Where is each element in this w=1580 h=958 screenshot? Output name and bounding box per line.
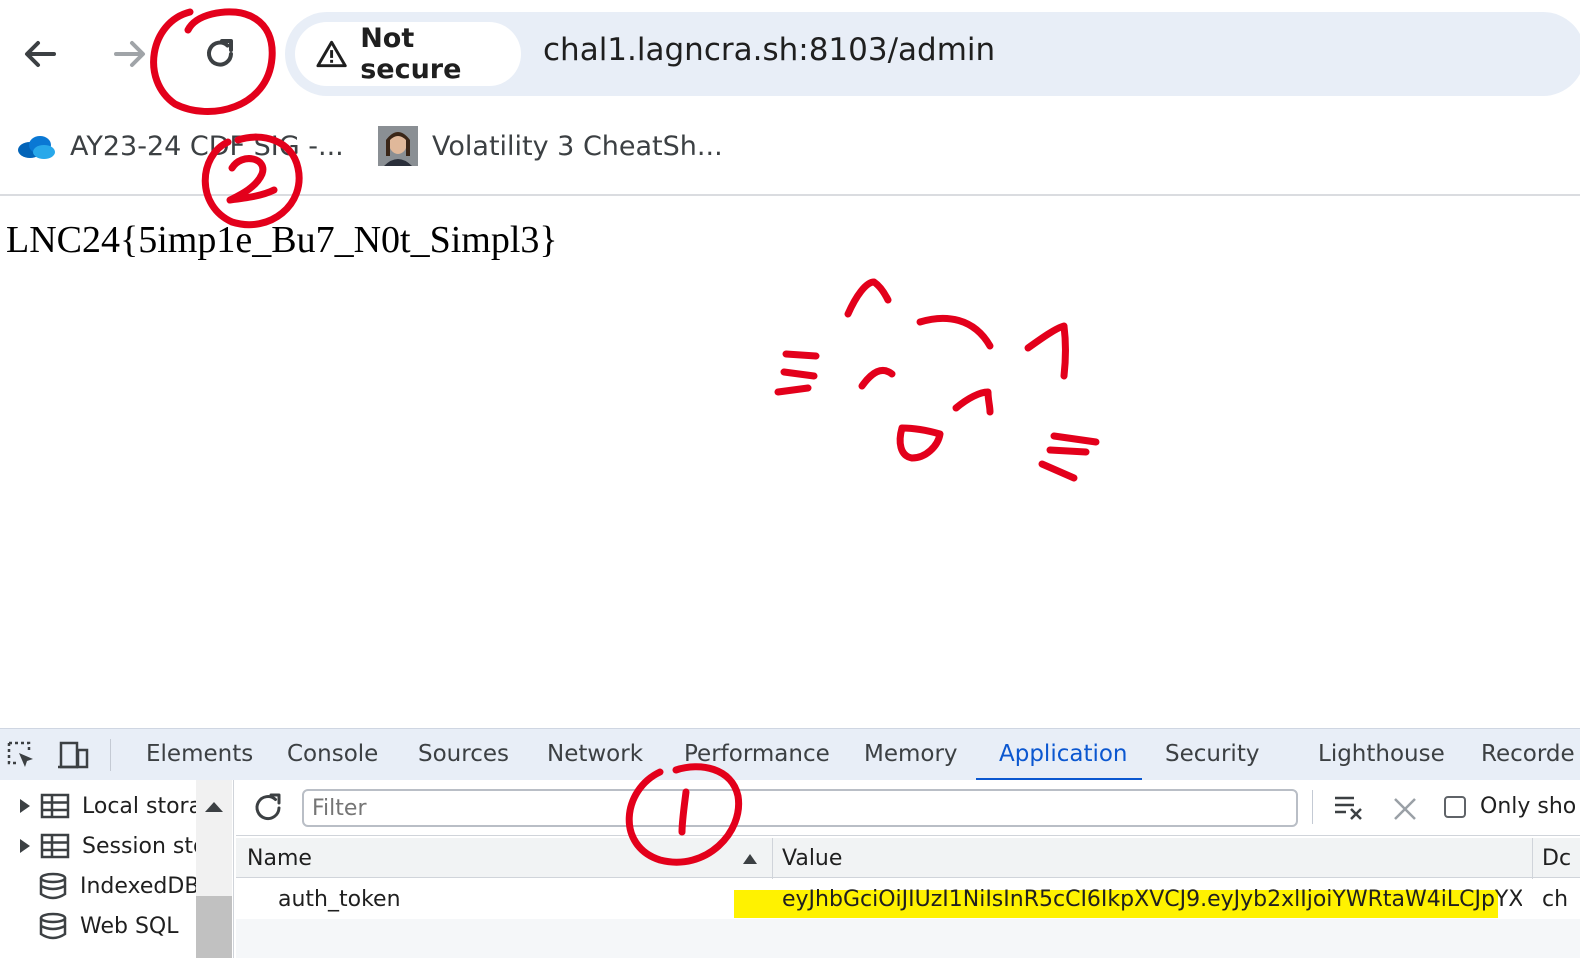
- cell-domain[interactable]: ch: [1542, 887, 1578, 912]
- doodle-brow: [916, 314, 994, 350]
- back-button[interactable]: [14, 28, 66, 80]
- security-chip-label: Not secure: [360, 23, 462, 85]
- tabbar-separator: [110, 739, 111, 771]
- column-header-name[interactable]: Name: [247, 846, 312, 871]
- reload-icon: [207, 39, 233, 67]
- tab-elements[interactable]: Elements: [146, 741, 253, 767]
- sidebar-item-indexeddb[interactable]: IndexedDB: [38, 868, 199, 904]
- table-header: Name Value Dc: [236, 838, 1580, 878]
- toolbar-divider: [0, 194, 1580, 196]
- refresh-icon: [255, 793, 281, 821]
- scrollbar-thumb[interactable]: [196, 896, 232, 958]
- table-row-empty: [236, 919, 1580, 958]
- tab-memory[interactable]: Memory: [864, 741, 958, 767]
- cell-name[interactable]: auth_token: [278, 887, 401, 912]
- filter-separator: [1312, 790, 1313, 824]
- tab-performance[interactable]: Performance: [684, 741, 830, 767]
- tab-application[interactable]: Application: [999, 741, 1128, 767]
- sidebar-item-label: Web SQL: [80, 913, 179, 939]
- bookmark-item[interactable]: AY23-24 CDF SIG -...: [16, 124, 344, 168]
- bookmarks-bar: AY23-24 CDF SIG -... Volatility 3 CheatS…: [0, 110, 1580, 194]
- doodle-ear-right: [1024, 322, 1069, 380]
- table-icon: [40, 833, 70, 859]
- doodle-eye-left: [858, 367, 896, 390]
- reload-button[interactable]: [194, 28, 246, 80]
- bookmark-label: AY23-24 CDF SIG -...: [70, 130, 344, 162]
- forward-button[interactable]: [104, 28, 156, 80]
- doodle-eye-right: [952, 388, 994, 416]
- sidebar-item-label: Session sto: [82, 833, 207, 859]
- column-header-domain[interactable]: Dc: [1542, 846, 1571, 871]
- tab-sources[interactable]: Sources: [418, 741, 509, 767]
- inspect-element-button[interactable]: [4, 739, 38, 771]
- device-mode-icon: [58, 741, 89, 769]
- doodle-whiskers-left: [774, 350, 820, 396]
- close-icon: [1394, 798, 1416, 820]
- devtools-tabbar: Elements Console Sources Network Perform…: [0, 728, 1580, 781]
- page-flag-text: LNC24{5imp1e_Bu7_N0t_Simpl3}: [6, 219, 558, 261]
- bookmark-item[interactable]: Volatility 3 CheatSh...: [378, 124, 723, 168]
- filter-input[interactable]: [302, 789, 1298, 827]
- refresh-button[interactable]: [250, 790, 286, 826]
- back-arrow-icon: [25, 41, 56, 67]
- tab-recorder[interactable]: Recorde: [1481, 741, 1575, 767]
- expand-triangle-icon: [20, 799, 30, 813]
- tab-security[interactable]: Security: [1165, 741, 1259, 767]
- bookmark-label: Volatility 3 CheatSh...: [432, 130, 723, 162]
- only-show-toggle[interactable]: Only sho: [1444, 794, 1576, 819]
- browser-toolbar: Not secure chal1.lagncra.sh:8103/admin: [0, 0, 1580, 108]
- tab-lighthouse[interactable]: Lighthouse: [1318, 741, 1445, 767]
- sidebar-item-label: IndexedDB: [80, 873, 200, 899]
- clear-all-button[interactable]: [1332, 792, 1366, 824]
- table-icon: [40, 793, 70, 819]
- doodle-whiskers-right: [1038, 432, 1100, 482]
- storage-panel: Only sho Name Value Dc auth_token eyJhbG…: [236, 780, 1580, 958]
- filter-toolbar: Only sho: [236, 780, 1580, 836]
- tab-console[interactable]: Console: [287, 741, 378, 767]
- doodle-mouth: [896, 424, 944, 462]
- sidebar-item-web-sql[interactable]: Web SQL: [38, 908, 179, 944]
- onedrive-cloud-icon: [18, 136, 55, 159]
- browser-window: Not secure chal1.lagncra.sh:8103/admin A…: [0, 0, 1580, 958]
- expand-triangle-icon: [20, 839, 30, 853]
- database-icon: [39, 912, 67, 940]
- column-header-value[interactable]: Value: [782, 846, 842, 871]
- delete-selected-button[interactable]: [1390, 794, 1420, 824]
- inspect-cursor-icon: [7, 741, 33, 767]
- doodle-ear-left: [844, 278, 892, 318]
- device-toolbar-button[interactable]: [56, 739, 90, 771]
- warning-icon: [316, 40, 347, 68]
- only-show-label: Only sho: [1480, 794, 1577, 819]
- sidebar-item-local-storage[interactable]: Local stora: [18, 788, 202, 824]
- address-bar[interactable]: Not secure chal1.lagncra.sh:8103/admin: [285, 12, 1580, 96]
- scroll-up-icon: [205, 802, 223, 812]
- sidebar-item-session-storage[interactable]: Session sto: [18, 828, 206, 864]
- sort-ascending-icon: [743, 854, 757, 864]
- database-icon: [39, 872, 67, 900]
- sidebar-item-label: Local stora: [82, 793, 203, 819]
- security-chip[interactable]: Not secure: [295, 22, 521, 86]
- avatar-favicon: [378, 126, 418, 166]
- cell-value[interactable]: eyJhbGciOiJIUzI1NiIsInR5cCI6IkpXVCJ9.eyJ…: [782, 887, 1522, 912]
- tab-network[interactable]: Network: [547, 741, 643, 767]
- only-show-checkbox[interactable]: [1444, 795, 1466, 818]
- url-text[interactable]: chal1.lagncra.sh:8103/admin: [543, 32, 995, 68]
- clear-all-icon: [1335, 796, 1362, 820]
- forward-arrow-icon: [114, 41, 145, 67]
